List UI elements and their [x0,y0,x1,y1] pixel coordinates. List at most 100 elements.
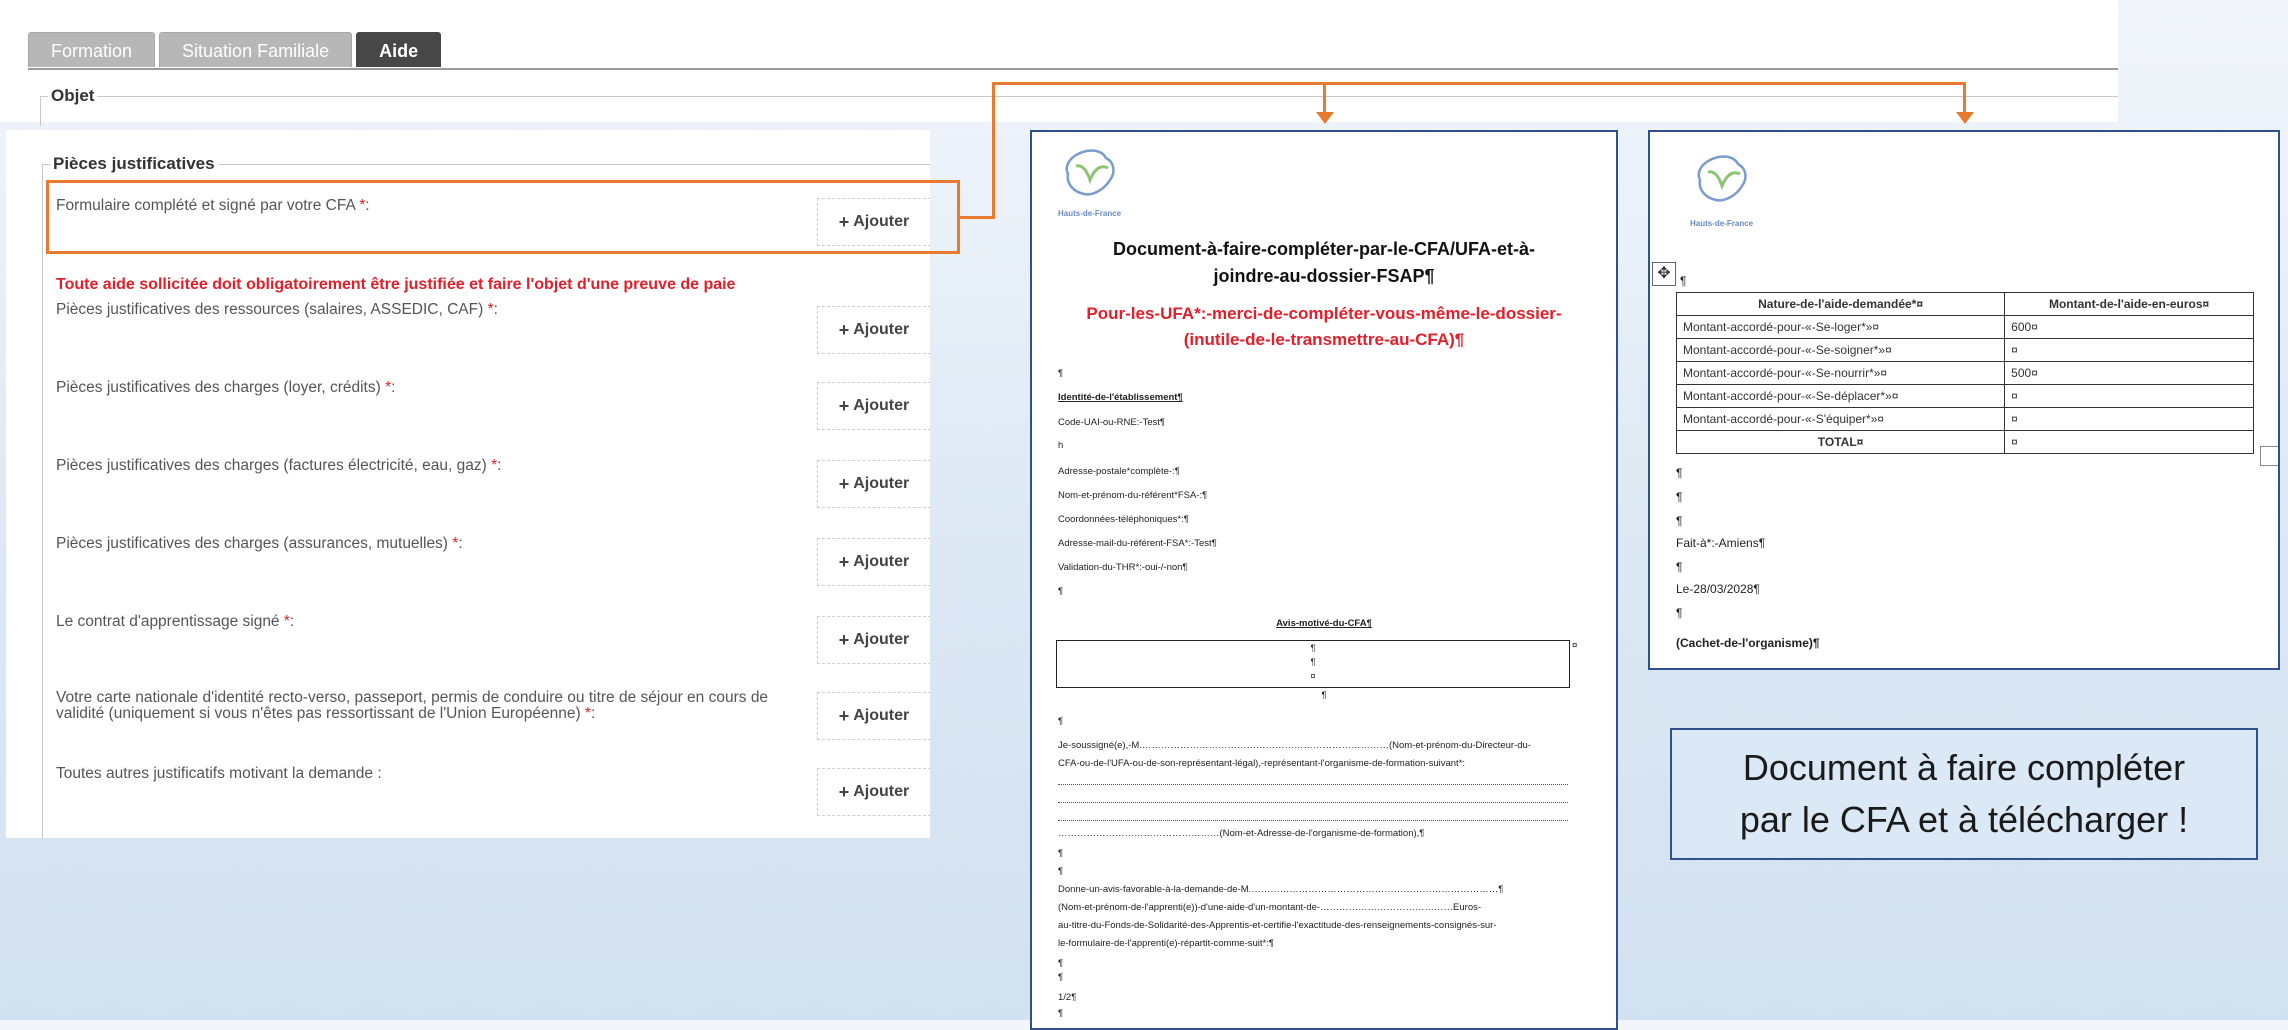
column-header: Montant-de-l'aide-en-euros¤ [2004,292,2254,316]
label-suffix: : [458,535,463,552]
logo-caption: Hauts-de-France [1690,219,1754,228]
region-logo-icon [1697,155,1747,202]
table-cell-montant: ¤ [2004,430,2254,454]
logo-caption: Hauts-de-France [1058,209,1122,218]
piece-label-text: Votre carte nationale d'identité recto-v… [56,689,769,722]
cell-mark: ¤ [1572,640,1578,651]
table-row-total: TOTAL¤ ¤ [1675,430,2254,454]
table-row: Montant-accordé-pour-«-Se-déplacer*»¤ ¤ [1675,384,2254,408]
table-cell-montant: ¤ [2004,407,2254,431]
label-suffix: : [391,379,396,396]
tab-formation[interactable]: Formation [28,32,156,67]
table-cell-nature: Montant-accordé-pour-«-Se-loger*»¤ [1675,315,2006,339]
doc-title-line2: joindre-au-dossier-FSAP¶ [1213,266,1435,286]
table-cell-montant: 500¤ [2004,361,2254,385]
table-row: Montant-accordé-pour-«-Se-nourrir*»¤ 500… [1675,361,2254,385]
add-button-label: Ajouter [853,783,910,800]
caption-box: Document à faire compléter par le CFA et… [1670,728,2258,860]
add-button-label: Ajouter [853,321,910,338]
add-button-identite[interactable]: + Ajouter [817,692,930,740]
objet-legend: Objet [48,86,98,106]
piece-label-text: Pièces justificatives des ressources (sa… [56,301,484,318]
pilcrow: ¶ [1676,466,1683,480]
piece-label-identite: Votre carte nationale d'identité recto-v… [56,690,816,722]
table-header-row: Nature-de-l'aide-demandée*¤ Montant-de-l… [1675,292,2254,316]
coordonnees: Coordonnées-téléphoniques*:¶ [1058,514,1189,525]
connector-line [992,82,1966,85]
box-mark: ¶ [1310,657,1316,668]
add-button-loyer[interactable]: + Ajouter [817,382,930,430]
dotted-line [1058,784,1568,785]
cursor-line: h [1058,440,1064,451]
page-number: 1/2¶ [1058,992,1077,1003]
table-row: Montant-accordé-pour-«-Se-soigner*»¤ ¤ [1675,338,2254,362]
code-uai: Code-UAI-ou-RNE:-Test¶ [1058,417,1165,428]
add-button-ressources[interactable]: + Ajouter [817,306,930,354]
add-button-assurances[interactable]: + Ajouter [817,538,930,586]
doc-red-line2: (inutile-de-le-transmettre-au-CFA)¶ [1183,330,1465,349]
pilcrow: ¶ [1321,690,1327,701]
label-suffix: : [590,705,596,722]
label-suffix: : [493,301,498,318]
piece-label-text: Toutes autres justificatifs motivant la … [56,765,382,782]
table-cell-nature: Montant-accordé-pour-«-Se-déplacer*»¤ [1675,384,2006,408]
move-handle-icon[interactable]: ✥ [1652,262,1676,286]
nom-organisme: ……………………………………………(Nom-et-Adresse-de-l'or… [1058,828,1425,839]
pilcrow: ¶ [1058,586,1064,597]
piece-label-text: Pièces justificatives des charges (factu… [56,457,487,474]
add-button-contrat[interactable]: + Ajouter [817,616,930,664]
piece-label-autres: Toutes autres justificatifs motivant la … [56,766,816,782]
pieces-fieldset [42,164,930,838]
dotted-line [1058,820,1568,821]
connector-line [1323,82,1326,112]
connector-line [960,216,994,219]
avis-favorable-line1: Donne-un-avis-favorable-à-la-demande-de-… [1058,884,1504,895]
add-button-label: Ajouter [853,397,910,414]
table-cell-nature: TOTAL¤ [1675,430,2006,454]
objet-fieldset-border [40,96,2118,97]
pilcrow: ¶ [1676,490,1683,504]
plus-icon: + [838,551,850,572]
column-header: Nature-de-l'aide-demandée*¤ [1675,292,2006,316]
identite-heading: Identité-de-l'établissement¶ [1058,392,1183,403]
caption-line2: par le CFA et à télécharger ! [1739,799,2189,840]
add-button-autres[interactable]: + Ajouter [817,768,930,816]
table-cell-montant: 600¤ [2004,315,2254,339]
pilcrow: ¶ [1058,972,1064,983]
piece-label-loyer: Pièces justificatives des charges (loyer… [56,380,816,396]
dotted-line [1058,802,1568,803]
adresse-mail: Adresse-mail-du-référent-FSA*:-Test¶ [1058,538,1217,549]
date-line: Le-28/03/2028¶ [1676,582,1760,596]
plus-icon: + [838,705,850,726]
document-preview-page-1: Hauts-de-France Document-à-faire-complét… [1030,130,1618,1030]
pilcrow: ¶ [1058,866,1064,877]
tab-situation-familiale[interactable]: Situation Familiale [159,32,353,67]
pilcrow: ¶ [1058,368,1064,379]
top-form-panel: Formation Situation Familiale Aide Objet [0,0,2118,126]
avis-favorable-line3: au-titre-du-Fonds-de-Solidarité-des-Appr… [1058,920,1497,931]
piece-label-text: Pièces justificatives des charges (loyer… [56,379,381,396]
pilcrow: ¶ [1676,514,1683,528]
add-button-factures[interactable]: + Ajouter [817,460,930,508]
table-row: Montant-accordé-pour-«-S'équiper*»¤ ¤ [1675,407,2254,431]
doc-red-line1: Pour-les-UFA*:-merci-de-compléter-vous-m… [1086,304,1562,323]
avis-favorable-line2: (Nom-et-prénom-de-l'apprenti(e))-d'une-a… [1058,902,1482,913]
tab-bar: Formation Situation Familiale Aide [28,32,442,67]
table-row: Montant-accordé-pour-«-Se-loger*»¤ 600¤ [1675,315,2254,339]
label-suffix: : [289,613,295,630]
avis-favorable-line4: le-formulaire-de-l'apprenti(e)-répartit-… [1058,938,1274,949]
adresse-postale: Adresse-postale*complète-:¶ [1058,466,1180,477]
soussigne-line2: CFA-ou-de-l'UFA-ou-de-son-représentant-l… [1058,758,1466,769]
soussigne-line1: Je-soussigné(e),-M.………………………………………………………… [1058,740,1531,751]
caption-line1: Document à faire compléter [1742,747,2186,788]
table-resize-handle[interactable] [2260,446,2278,466]
piece-label-contrat: Le contrat d'apprentissage signé *: [56,614,816,630]
objet-fieldset-left-border [40,96,41,126]
piece-label-text: Le contrat d'apprentissage signé [56,613,280,630]
box-mark: ¤ [1310,671,1316,682]
plus-icon: + [838,319,850,340]
piece-label-text: Pièces justificatives des charges (assur… [56,535,448,552]
avis-heading: Avis-motivé-du-CFA¶ [1276,618,1372,629]
tab-aide[interactable]: Aide [356,32,442,67]
fait-a: Fait-à*:-Amiens¶ [1676,536,1766,550]
